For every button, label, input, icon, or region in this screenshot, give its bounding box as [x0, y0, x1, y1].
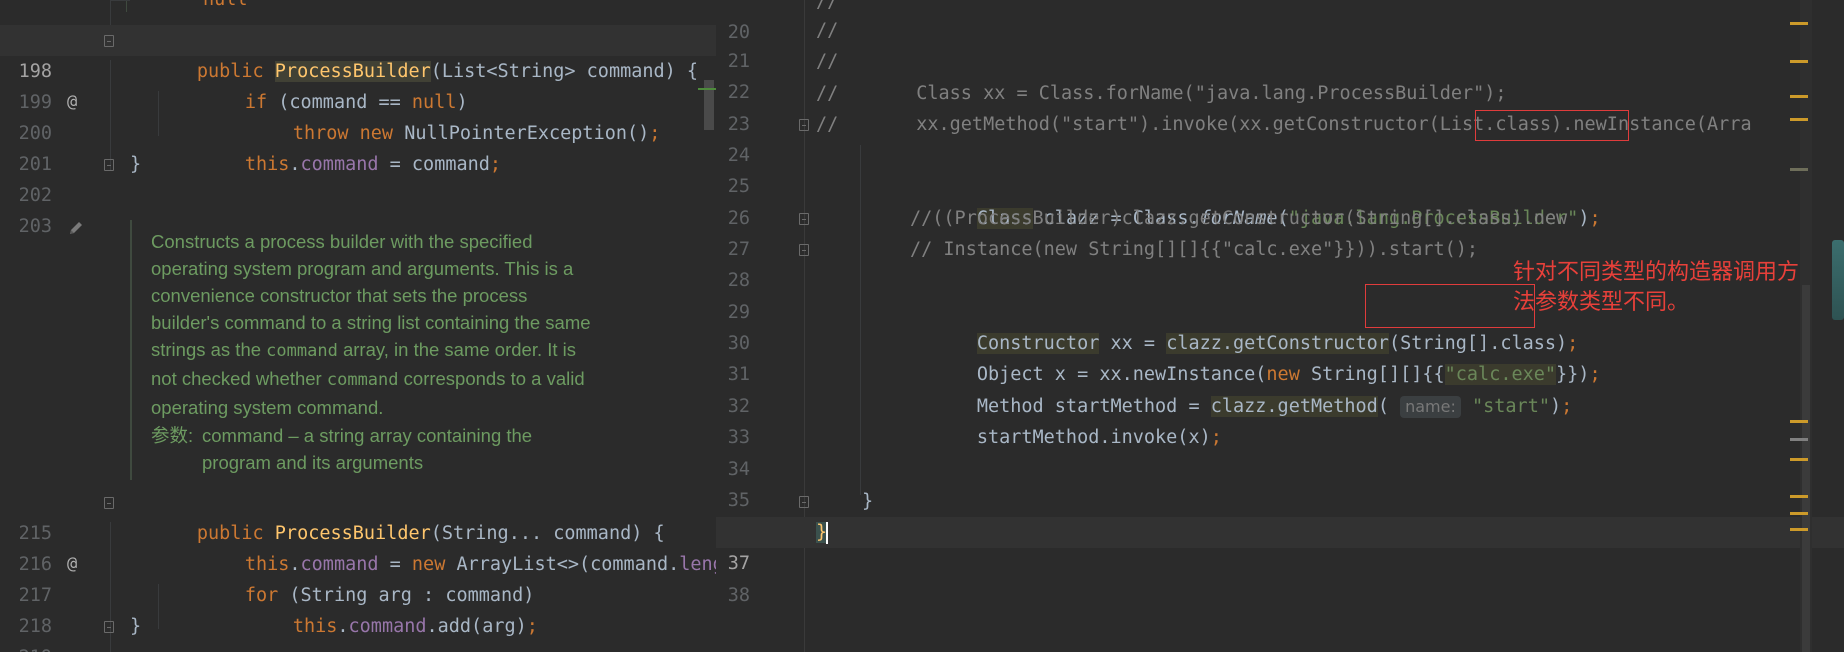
text-caret	[826, 522, 829, 544]
red-annotation-text: 针对不同类型的构造器调用方 法参数类型不同。	[1513, 258, 1833, 318]
code-line-21: 21 //	[716, 15, 1844, 72]
fold-icon[interactable]	[799, 119, 809, 131]
fold-icon[interactable]	[104, 621, 114, 633]
keyword: null	[203, 0, 248, 10]
code-line-203: 203	[0, 180, 716, 237]
scroll-marker[interactable]	[1790, 22, 1808, 25]
line-number: 38	[727, 585, 750, 606]
fold-icon[interactable]	[104, 497, 114, 509]
scroll-marker[interactable]	[1790, 438, 1808, 441]
fold-icon[interactable]	[799, 213, 809, 225]
code-line-200: 200 throw new NullPointerException();	[0, 87, 716, 144]
code-line-32: 32 Method startMethod = clazz.getMethod(…	[716, 360, 1844, 418]
code-line-219: 219 }	[0, 611, 716, 652]
scroll-marker[interactable]	[1790, 512, 1808, 515]
scroll-marker[interactable]	[1790, 60, 1808, 63]
code-line-217: 217 for (String arg : command)	[0, 549, 716, 606]
comment: // Instance(new String[][]{{"calc.exe"}}…	[910, 239, 1479, 260]
code-line: null	[0, 0, 716, 15]
comment: // Class xx = Class.forName("java.lang.P…	[816, 83, 1507, 104]
code-text: }	[130, 616, 142, 637]
code-line-34: 34	[716, 423, 1844, 480]
comment: //((ProcessBuilder)clazz.getConstructor(…	[910, 208, 1568, 229]
param-desc: program and its arguments	[202, 452, 424, 473]
doc-text: operating system command.	[151, 397, 384, 418]
line-number: 203	[18, 216, 52, 237]
line-number: 219	[0, 642, 52, 652]
scroll-marker[interactable]	[1790, 420, 1808, 423]
code-line-36: 36 }	[716, 486, 1844, 543]
scroll-marker[interactable]	[1790, 495, 1808, 498]
doc-text: not checked whether command corresponds …	[151, 365, 671, 394]
doc-text: not checked whether	[151, 368, 327, 389]
doc-text: array, in the same order. It is	[337, 339, 577, 360]
scroll-marker[interactable]	[1790, 168, 1808, 171]
code-line-23: 23 // Class xx = Class.forName("java.lan…	[716, 78, 1844, 135]
doc-text: strings as the	[151, 339, 267, 360]
code-line-27: 27 //((ProcessBuilder)clazz.getConstruct…	[716, 203, 1844, 260]
doc-text: Constructs a process builder with the sp…	[151, 231, 533, 252]
change-marker	[698, 88, 716, 90]
code-line-22: 22 //	[716, 46, 1844, 103]
code-line-38: 38	[716, 549, 1844, 606]
fold-icon[interactable]	[799, 244, 809, 256]
right-scrollbar-thumb[interactable]	[1802, 285, 1810, 652]
doc-text: corresponds to a valid	[398, 368, 585, 389]
left-editor-pane[interactable]: null 198 @ public ProcessBuilder(List<St…	[0, 0, 716, 652]
param-desc: command – a string array containing the	[202, 425, 533, 446]
code-line-35: 35	[716, 454, 1844, 511]
highlight-box-string-array-class	[1365, 284, 1535, 328]
code-line-216: 216 this.command = new ArrayList<>(comma…	[0, 518, 716, 575]
comment: //	[816, 51, 839, 72]
code-line-37: 37 }	[716, 517, 1844, 574]
doc-text: operating system program and arguments. …	[151, 258, 574, 279]
highlight-box-list-class	[1475, 110, 1629, 141]
code-line-199: 199 if (command == null)	[0, 56, 716, 113]
pencil-icon[interactable]	[68, 220, 84, 236]
scroll-marker[interactable]	[1790, 458, 1808, 461]
comment: // xx.getMethod("start").invoke(xx.getCo…	[816, 114, 1429, 135]
doc-text: builder's command to a string list conta…	[151, 312, 591, 333]
param-label: 参数:	[151, 425, 194, 446]
code-line-215: 215 @ public ProcessBuilder(String... co…	[0, 487, 716, 574]
code-text: }	[130, 154, 142, 175]
comment: //	[816, 20, 839, 41]
doc-code: command	[266, 341, 338, 361]
code-line-26: 26 Class clazz = Class.forName("java.lan…	[716, 172, 1844, 229]
doc-code: command	[326, 370, 399, 390]
code-line-31: 31 Object x = xx.newInstance(new String[…	[716, 328, 1844, 385]
code-line-24: 24 // xx.getMethod("start").invoke(xx.ge…	[716, 109, 1844, 166]
fold-icon[interactable]	[104, 159, 114, 171]
right-editor-pane[interactable]: 20 // 21 // 22 // 23 // Class xx = Class…	[716, 0, 1844, 652]
doc-text: convenience constructor that sets the pr…	[151, 285, 528, 306]
code-line-33: 33 startMethod.invoke(x);	[716, 391, 1844, 448]
code-line-202: 202 }	[0, 149, 716, 206]
code-line-25: 25	[716, 140, 1844, 197]
code-line-201: 201 this.command = command;	[0, 118, 716, 175]
fold-icon[interactable]	[799, 496, 809, 508]
inspection-meter-icon[interactable]	[1832, 240, 1844, 320]
code-line-218: 218 this.command.add(arg);	[0, 580, 716, 637]
annotation-line: 针对不同类型的构造器调用方	[1513, 260, 1800, 285]
scroll-marker[interactable]	[1790, 528, 1808, 531]
rendered-javadoc: Constructs a process builder with the sp…	[130, 220, 692, 480]
code-line-198: 198 @ public ProcessBuilder(List<String>…	[0, 25, 716, 112]
code-text: }	[862, 491, 874, 512]
scroll-marker[interactable]	[1790, 95, 1808, 98]
doc-text: strings as the command array, in the sam…	[151, 336, 671, 365]
fold-icon[interactable]	[104, 35, 114, 47]
scroll-marker[interactable]	[1790, 118, 1808, 121]
annotation-line: 法参数类型不同。	[1513, 290, 1690, 315]
